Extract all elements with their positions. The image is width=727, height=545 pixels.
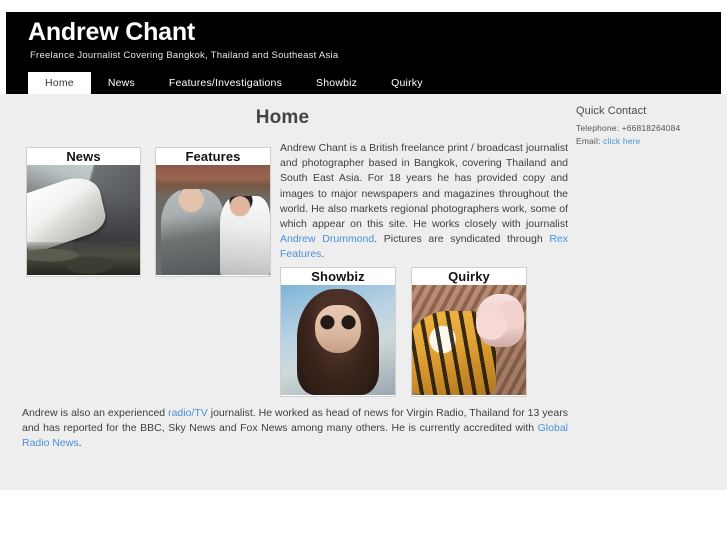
tile-showbiz[interactable]: Showbiz — [280, 267, 396, 397]
tile-showbiz-image — [281, 285, 395, 395]
tile-quirky-caption: Quirky — [448, 269, 490, 284]
sidebar-email-link[interactable]: click here — [603, 136, 640, 146]
tile-features-image — [156, 165, 270, 275]
nav-item-news[interactable]: News — [91, 72, 152, 94]
outro-text-1: Andrew is also an experienced — [22, 407, 169, 419]
nav-item-features[interactable]: Features/Investigations — [152, 72, 299, 94]
tile-features-caption: Features — [185, 149, 241, 164]
sidebar-email-label: Email: — [576, 136, 604, 146]
site-tagline: Freelance Journalist Covering Bangkok, T… — [30, 50, 339, 61]
sidebar-title: Quick Contact — [576, 105, 647, 117]
tile-news-image — [27, 165, 140, 275]
intro-text-3: . — [321, 248, 325, 261]
sidebar-email-row: Email: click here — [576, 135, 716, 148]
page-root: Andrew Chant Freelance Journalist Coveri… — [0, 0, 727, 545]
intro-paragraph: Andrew Chant is a British freelance prin… — [280, 141, 568, 263]
main-navigation: Home News Features/Investigations Showbi… — [28, 72, 440, 94]
page-body: Home News Features Showbiz Quirky Andrew… — [0, 94, 727, 490]
nav-item-quirky[interactable]: Quirky — [374, 72, 440, 94]
sidebar-quick-contact: Quick Contact Telephone: +66818264084 Em… — [576, 105, 716, 148]
tile-showbiz-caption: Showbiz — [311, 269, 365, 284]
intro-text-2: . Pictures are syndicated through — [374, 233, 550, 246]
tile-quirky-image — [412, 285, 526, 395]
outro-text-3: . — [78, 437, 82, 450]
site-title: Andrew Chant — [28, 18, 196, 46]
nav-item-home[interactable]: Home — [28, 72, 91, 94]
tile-features[interactable]: Features — [155, 147, 271, 277]
tile-news[interactable]: News — [26, 147, 141, 277]
link-radio-tv[interactable]: radio/TV — [168, 407, 208, 419]
page-title: Home — [255, 107, 310, 128]
tile-news-caption: News — [66, 149, 101, 164]
sidebar-telephone: Telephone: +66818264084 — [576, 123, 681, 133]
site-header: Andrew Chant Freelance Journalist Coveri… — [6, 12, 721, 94]
intro-text-1: Andrew Chant is a British freelance prin… — [280, 142, 568, 231]
tile-quirky[interactable]: Quirky — [411, 267, 527, 397]
nav-item-showbiz[interactable]: Showbiz — [299, 72, 374, 94]
link-andrew-drummond[interactable]: Andrew Drummond — [280, 233, 374, 245]
outro-paragraph: Andrew is also an experienced radio/TV j… — [22, 406, 568, 452]
